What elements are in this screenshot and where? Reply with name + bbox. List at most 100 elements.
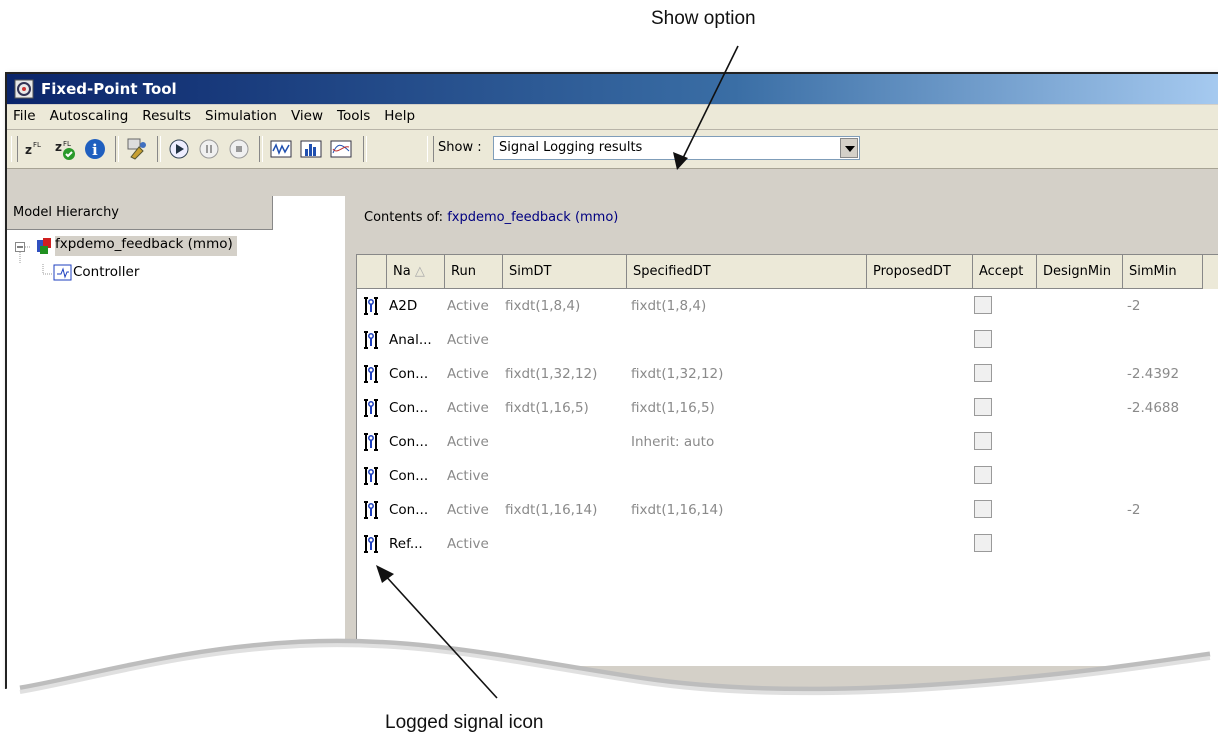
accept-checkbox[interactable] [974,296,992,314]
row-name: Con... [389,468,429,484]
histogram-icon[interactable] [299,137,323,161]
column-header-designmin[interactable]: DesignMin [1037,255,1123,289]
stop-icon[interactable] [227,137,251,161]
column-header-simdt[interactable]: SimDT [503,255,627,289]
accept-checkbox[interactable] [974,466,992,484]
column-header-run[interactable]: Run [445,255,503,289]
accept-checkbox[interactable] [974,364,992,382]
column-header-accept[interactable]: Accept [973,255,1037,289]
title-bar: Fixed-Point Tool [7,74,1218,104]
row-run: Active [447,468,489,484]
info-icon[interactable]: i [83,137,107,161]
row-run: Active [447,400,489,416]
menu-file[interactable]: File [7,105,43,124]
toolbar-separator [259,136,263,162]
row-simmin: -2 [1127,502,1141,518]
svg-text:FL: FL [63,140,71,148]
accept-checkbox[interactable] [974,330,992,348]
contents-pane: Contents of: fxpdemo_feedback (mmo) Na △… [354,196,1218,666]
play-icon[interactable] [167,137,191,161]
contents-label: Contents of: fxpdemo_feedback (mmo) [364,210,618,225]
logged-signal-icon [364,467,378,485]
row-run: Active [447,502,489,518]
toolbar-separator [363,136,367,162]
tree-node-controller[interactable]: Controller [73,264,139,280]
tool-icon[interactable] [125,137,149,161]
row-simdt: fixdt(1,16,14) [505,502,598,518]
column-header-proposeddt[interactable]: ProposedDT [867,255,973,289]
row-specifieddt: fixdt(1,16,14) [631,502,724,518]
show-label: Show : [438,140,482,155]
row-specifieddt: fixdt(1,32,12) [631,366,724,382]
row-simmin: -2.4688 [1127,400,1180,416]
table-row[interactable]: Con... Active [357,459,1218,493]
menu-results[interactable]: Results [135,105,198,124]
accept-checkbox[interactable] [974,534,992,552]
accept-checkbox[interactable] [974,500,992,518]
column-header-name-label: Na [393,264,411,279]
model-hierarchy-header: Model Hierarchy [7,196,273,230]
table-row[interactable]: Con... Active Inherit: auto [357,425,1218,459]
menu-view[interactable]: View [284,105,330,124]
tree-root-node[interactable]: fxpdemo_feedback (mmo) [55,236,237,256]
callout-show-option: Show option [651,8,756,29]
logged-signal-icon [364,399,378,417]
table-row[interactable]: A2D Active fixdt(1,8,4) fixdt(1,8,4) -2 [357,289,1218,323]
table-row[interactable]: Con... Active fixdt(1,32,12) fixdt(1,32,… [357,357,1218,391]
row-simmin: -2 [1127,298,1141,314]
chevron-down-icon[interactable] [840,138,858,158]
show-dropdown-value: Signal Logging results [499,140,643,155]
apply-icon[interactable]: z FL [53,137,77,161]
table-header: Na △ Run SimDT SpecifiedDT ProposedDT Ac… [357,255,1218,289]
autoscale-icon[interactable]: z FL [23,137,47,161]
show-dropdown[interactable]: Signal Logging results [493,136,860,160]
row-run: Active [447,298,489,314]
row-name: Con... [389,434,429,450]
menu-simulation[interactable]: Simulation [198,105,284,124]
table-row[interactable]: Con... Active fixdt(1,16,14) fixdt(1,16,… [357,493,1218,527]
pause-icon[interactable] [197,137,221,161]
table-row[interactable]: Anal... Active [357,323,1218,357]
logged-signal-icon [364,501,378,519]
toolbar-separator [115,136,119,162]
compare-icon[interactable] [329,137,353,161]
toolbar-grip[interactable] [427,136,434,162]
row-name: Anal... [389,332,432,348]
model-icon [37,238,51,254]
toolbar: z FL z FL i Show: Signal Logging result… [7,130,1218,169]
window-title: Fixed-Point Tool [41,80,177,98]
subsystem-icon [53,264,72,281]
table-row[interactable]: Ref... Active [357,527,1218,561]
toolbar-grip[interactable] [11,136,18,162]
row-name: Con... [389,400,429,416]
callout-logged-signal-icon: Logged signal icon [385,712,544,733]
column-header-simmin[interactable]: SimMin [1123,255,1203,289]
logged-signal-icon [364,365,378,383]
contents-model-name: fxpdemo_feedback (mmo) [447,210,619,225]
accept-checkbox[interactable] [974,432,992,450]
column-header-specifieddt[interactable]: SpecifiedDT [627,255,867,289]
logged-signal-icon [364,433,378,451]
accept-checkbox[interactable] [974,398,992,416]
menu-help[interactable]: Help [377,105,422,124]
svg-text:FL: FL [33,141,41,149]
column-header-icon[interactable] [357,255,387,289]
row-simdt: fixdt(1,8,4) [505,298,581,314]
row-specifieddt: fixdt(1,16,5) [631,400,715,416]
row-run: Active [447,536,489,552]
menu-tools[interactable]: Tools [330,105,377,124]
plot-icon[interactable] [269,137,293,161]
row-run: Active [447,434,489,450]
row-name: Ref... [389,536,423,552]
row-simdt: fixdt(1,16,5) [505,400,589,416]
table-row[interactable]: Con... Active fixdt(1,16,5) fixdt(1,16,5… [357,391,1218,425]
row-simmin: -2.4392 [1127,366,1180,382]
svg-text:z: z [25,143,32,157]
sort-ascending-icon: △ [414,264,425,279]
torn-edge [0,638,1218,749]
row-run: Active [447,332,489,348]
row-name: Con... [389,366,429,382]
logged-signal-icon [364,331,378,349]
column-header-name[interactable]: Na △ [387,255,445,289]
menu-autoscaling[interactable]: Autoscaling [43,105,136,124]
